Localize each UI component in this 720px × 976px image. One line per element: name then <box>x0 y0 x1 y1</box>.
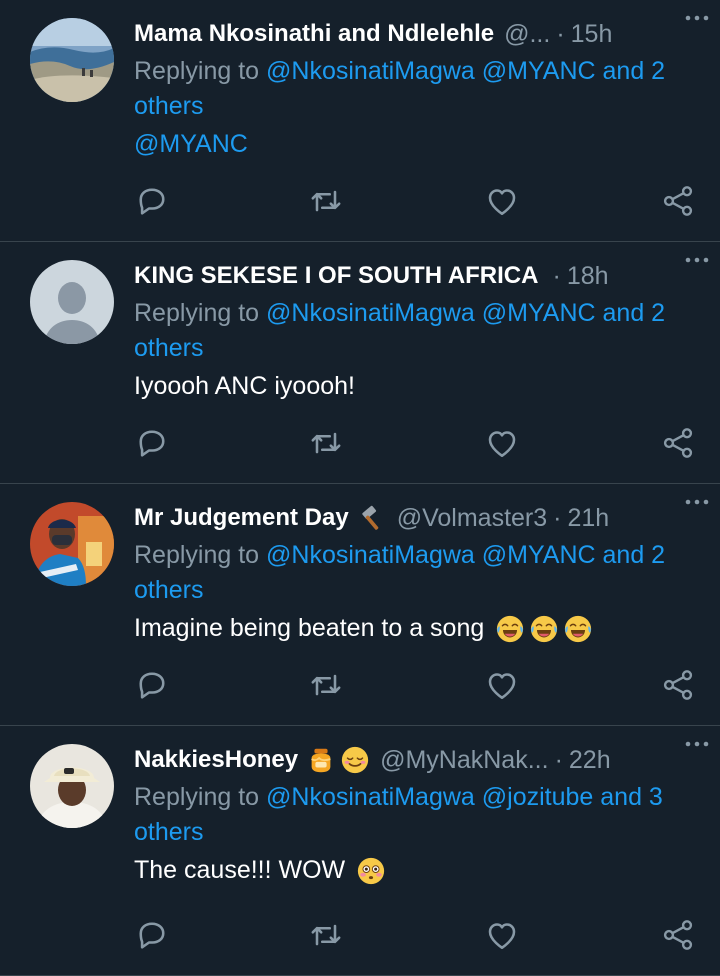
tears-of-joy-emoji <box>529 614 559 644</box>
heart-icon[interactable] <box>484 917 520 953</box>
avatar[interactable] <box>30 260 114 344</box>
replying-and-count[interactable]: and 2 <box>596 299 666 327</box>
replying-others[interactable]: others <box>134 576 203 604</box>
display-name[interactable]: KING SEKESE I OF SOUTH AFRICA <box>134 262 538 290</box>
replying-to: Replying to @NkosinatiMagwa @MYANC and 2… <box>134 538 684 608</box>
replying-mentions[interactable]: @NkosinatiMagwa @MYANC <box>266 299 596 327</box>
replying-mentions[interactable]: @NkosinatiMagwa @jozitube <box>266 783 593 811</box>
replying-and-count[interactable]: and 2 <box>596 57 666 85</box>
tweet-text: The cause!!! WOW <box>134 852 696 888</box>
tweet-1[interactable]: Mama Nkosinathi and Ndlelehle @... · 15h… <box>0 0 720 242</box>
tweet-text-body: The cause!!! WOW <box>134 856 346 884</box>
relieved-face-emoji <box>340 745 370 775</box>
display-name[interactable]: NakkiesHoney <box>134 746 298 774</box>
replying-label: Replying to <box>134 783 267 811</box>
username[interactable]: @Volmaster3 <box>397 504 547 533</box>
replying-label: Replying to <box>134 57 267 85</box>
replying-label: Replying to <box>134 299 267 327</box>
tweet-text: @MYANC <box>134 126 696 162</box>
tweet-3[interactable]: Mr Judgement Day @Volmaster3 · 21h Reply… <box>0 484 720 726</box>
hammer-emoji <box>357 503 387 533</box>
retweet-icon[interactable] <box>308 917 344 953</box>
honey-pot-emoji <box>306 745 336 775</box>
avatar[interactable] <box>30 502 114 586</box>
timestamp[interactable]: 18h <box>567 262 609 291</box>
reply-icon[interactable] <box>134 183 170 219</box>
action-bar <box>134 667 696 703</box>
timestamp[interactable]: 15h <box>571 20 613 49</box>
share-icon[interactable] <box>660 667 696 703</box>
flushed-face-emoji <box>356 856 386 886</box>
action-bar <box>134 183 696 219</box>
action-bar <box>134 917 696 953</box>
retweet-icon[interactable] <box>308 183 344 219</box>
more-icon[interactable] <box>682 6 712 30</box>
separator-dot: · <box>553 503 562 532</box>
replying-to: Replying to @NkosinatiMagwa @MYANC and 2… <box>134 296 684 366</box>
tears-of-joy-emoji <box>563 614 593 644</box>
tweet-text: Iyoooh ANC iyoooh! <box>134 372 355 400</box>
separator-dot: · <box>556 19 565 48</box>
reply-feed: Mama Nkosinathi and Ndlelehle @... · 15h… <box>0 0 720 976</box>
username[interactable]: @MyNakNak... <box>380 746 548 775</box>
share-icon[interactable] <box>660 183 696 219</box>
replying-label: Replying to <box>134 541 267 569</box>
tweet-2[interactable]: KING SEKESE I OF SOUTH AFRICA · 18h Repl… <box>0 242 720 484</box>
replying-and-count[interactable]: and 2 <box>596 541 666 569</box>
username[interactable]: @... <box>504 20 550 49</box>
timestamp[interactable]: 21h <box>568 504 610 533</box>
replying-mentions[interactable]: @NkosinatiMagwa @MYANC <box>266 541 596 569</box>
replying-to: Replying to @NkosinatiMagwa @jozitube an… <box>134 780 684 850</box>
tweet-4[interactable]: NakkiesHoney @MyNakNak... · 22h Replying… <box>0 726 720 976</box>
tears-of-joy-emoji <box>495 614 525 644</box>
retweet-icon[interactable] <box>308 667 344 703</box>
retweet-icon[interactable] <box>308 425 344 461</box>
replying-mentions[interactable]: @NkosinatiMagwa @MYANC <box>266 57 596 85</box>
avatar[interactable] <box>30 744 114 828</box>
more-icon[interactable] <box>682 732 712 756</box>
reply-icon[interactable] <box>134 917 170 953</box>
timestamp[interactable]: 22h <box>569 746 611 775</box>
reply-icon[interactable] <box>134 667 170 703</box>
replying-to: Replying to @NkosinatiMagwa @MYANC and 2… <box>134 54 684 124</box>
heart-icon[interactable] <box>484 183 520 219</box>
more-icon[interactable] <box>682 248 712 272</box>
tweet-text-body: Imagine being beaten to a song <box>134 614 485 642</box>
replying-others[interactable]: others <box>134 334 203 362</box>
heart-icon[interactable] <box>484 425 520 461</box>
heart-icon[interactable] <box>484 667 520 703</box>
tweet-text-mention[interactable]: @MYANC <box>134 130 248 158</box>
share-icon[interactable] <box>660 425 696 461</box>
share-icon[interactable] <box>660 917 696 953</box>
display-name[interactable]: Mr Judgement Day <box>134 504 349 532</box>
replying-others[interactable]: others <box>134 92 203 120</box>
display-name[interactable]: Mama Nkosinathi and Ndlelehle <box>134 20 494 48</box>
separator-dot: · <box>554 745 563 774</box>
replying-and-count[interactable]: and 3 <box>593 783 663 811</box>
reply-icon[interactable] <box>134 425 170 461</box>
replying-others[interactable]: others <box>134 818 203 846</box>
separator-dot: · <box>552 261 561 290</box>
more-icon[interactable] <box>682 490 712 514</box>
avatar[interactable] <box>30 18 114 102</box>
tweet-text: Imagine being beaten to a song <box>134 610 696 646</box>
action-bar <box>134 425 696 461</box>
